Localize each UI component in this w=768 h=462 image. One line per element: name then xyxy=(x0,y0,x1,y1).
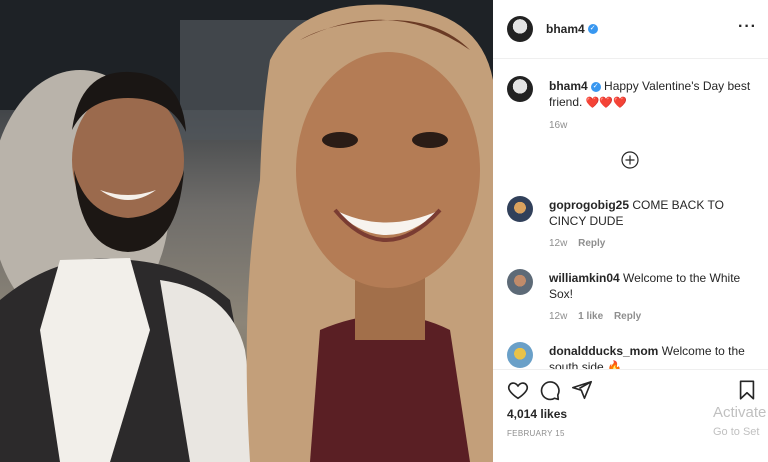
comment-time[interactable]: 12w xyxy=(549,238,567,249)
comment-meta: 12w Reply xyxy=(549,238,605,249)
comment-time[interactable]: 12w xyxy=(549,311,567,322)
commenter-avatar[interactable] xyxy=(507,342,533,368)
activation-watermark-title: Activate xyxy=(713,404,767,421)
post-photo[interactable] xyxy=(0,0,493,462)
comment-username[interactable]: goprogobig25 xyxy=(549,198,629,212)
caption-username[interactable]: bham4 xyxy=(549,79,588,93)
caption-body: bham4 ✓ Happy Valentine's Day best friend… xyxy=(549,78,754,111)
header-divider xyxy=(493,58,768,59)
post-header: bham4 ✓ ··· xyxy=(507,16,757,42)
comment-username[interactable]: williamkin04 xyxy=(549,271,620,285)
commenter-avatar[interactable] xyxy=(507,196,533,222)
plus-circle-icon[interactable] xyxy=(621,151,639,169)
author-avatar[interactable] xyxy=(507,16,533,42)
comment-meta: 12w 1 like Reply xyxy=(549,311,641,322)
post-side-panel: bham4 ✓ ··· bham4 ✓ Happy Valentine's Day… xyxy=(493,0,768,462)
comment-username[interactable]: donaldducks_mom xyxy=(549,344,658,358)
verified-badge-icon: ✓ xyxy=(587,24,598,34)
activation-watermark-subtitle: Go to Set xyxy=(713,426,760,438)
bookmark-icon[interactable] xyxy=(736,379,758,401)
heart-icon[interactable] xyxy=(507,379,529,401)
caption-hearts: ❤️❤️❤️ xyxy=(585,97,627,109)
woman-left-eye xyxy=(322,132,358,148)
share-icon[interactable] xyxy=(571,379,593,401)
verified-badge-icon: ✓ xyxy=(590,81,601,92)
caption-avatar[interactable] xyxy=(507,76,533,102)
reply-button[interactable]: Reply xyxy=(614,311,641,322)
actions-divider xyxy=(493,369,768,370)
woman-face xyxy=(296,52,480,288)
caption-timestamp[interactable]: 16w xyxy=(549,120,567,131)
reply-button[interactable]: Reply xyxy=(578,238,605,249)
comment-icon[interactable] xyxy=(539,379,561,401)
comment-body: goprogobig25 COME BACK TO CINCY DUDE xyxy=(549,197,754,229)
comment-likes[interactable]: 1 like xyxy=(578,311,603,322)
woman-right-eye xyxy=(412,132,448,148)
more-horizontal-icon[interactable]: ··· xyxy=(738,18,757,36)
comment-item: donaldducks_mom Welcome to the south sid… xyxy=(507,342,757,369)
post-date[interactable]: FEBRUARY 15 xyxy=(507,429,565,438)
selfie-image xyxy=(0,0,493,462)
author-username[interactable]: bham4 xyxy=(546,22,585,36)
comment-body: williamkin04 Welcome to the White Sox! xyxy=(549,270,754,302)
commenter-avatar[interactable] xyxy=(507,269,533,295)
likes-count[interactable]: 4,014 likes xyxy=(507,406,567,422)
comment-body: donaldducks_mom Welcome to the south sid… xyxy=(549,343,754,369)
fire-icon: 🔥 xyxy=(607,360,622,369)
